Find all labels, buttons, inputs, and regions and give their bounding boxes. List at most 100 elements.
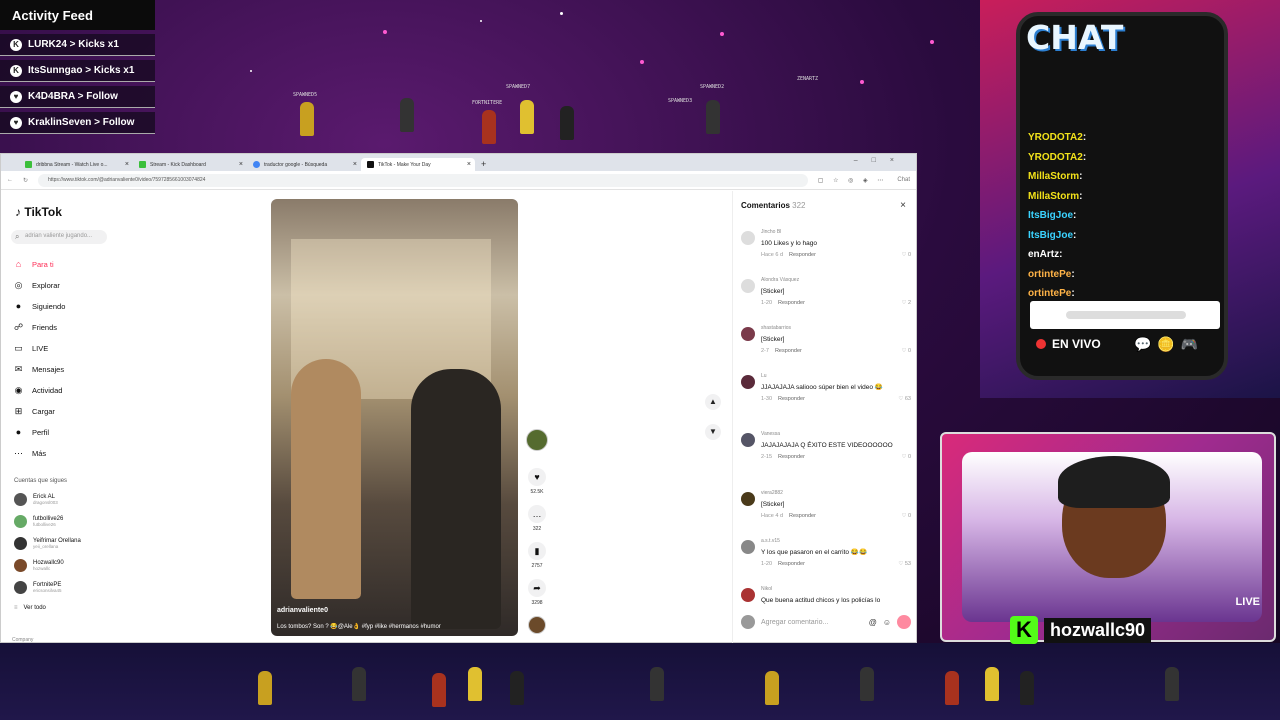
- video-player[interactable]: adrianvaliente0 Los tombos? Son ? 😂@Ale👌…: [271, 199, 518, 636]
- sprite-label: SPAWNED5: [293, 92, 318, 98]
- activity-feed-title: Activity Feed: [0, 0, 155, 30]
- emoji-icon[interactable]: ☺: [883, 618, 891, 627]
- character-sprite: [706, 100, 720, 134]
- comment-like-button[interactable]: ♡ 0: [901, 252, 911, 258]
- character-sprite: [400, 98, 414, 132]
- reload-icon[interactable]: ↻: [23, 177, 28, 184]
- browser-tab-active[interactable]: TikTok - Make Your Day ×: [361, 158, 475, 171]
- nav-item-siguiendo[interactable]: ● Siguiendo: [13, 301, 66, 312]
- reply-link[interactable]: Responder: [789, 252, 816, 258]
- extension-icons[interactable]: ▢ ☆ ◎ ◈ ⋯: [818, 177, 888, 184]
- nav-item-live[interactable]: ▭ LIVE: [13, 343, 48, 354]
- music-disc[interactable]: [526, 616, 548, 634]
- activity-feed-item: K ItsSunngao > Kicks x1: [0, 60, 155, 82]
- chat-title: CHAT: [1026, 18, 1124, 57]
- following-account[interactable]: futbollive26 futbollive26: [14, 515, 63, 528]
- back-icon[interactable]: ←: [7, 177, 13, 183]
- activity-feed: Activity Feed K LURK24 > Kicks x1 K ItsS…: [0, 0, 155, 134]
- chat-line: enArtz:: [1028, 249, 1063, 260]
- previous-video-button[interactable]: ▲: [705, 394, 721, 410]
- window-controls[interactable]: –□×: [854, 157, 908, 164]
- upload-icon: ⊞: [14, 406, 23, 416]
- chat-line: ortintePe:: [1028, 268, 1075, 280]
- reply-link[interactable]: Responder: [778, 454, 805, 460]
- like-button[interactable]: ♥ 52.5K: [526, 468, 548, 495]
- webcam-feed: [962, 452, 1262, 622]
- comment-like-button[interactable]: ♡ 63: [898, 396, 911, 402]
- like-count: 52.5K: [530, 489, 544, 495]
- reply-link[interactable]: Responder: [778, 396, 805, 402]
- nav-item-perfil[interactable]: ● Perfil: [13, 427, 49, 438]
- tiktok-favicon-icon: [367, 161, 374, 168]
- comment-input[interactable]: Agregar comentario...: [761, 619, 863, 626]
- reply-link[interactable]: Responder: [789, 513, 816, 519]
- comment-button[interactable]: … 322: [526, 505, 548, 532]
- profile-icon: ●: [15, 427, 22, 437]
- comments-panel: Comentarios 322 × Jincho Bl 100 Likes y …: [732, 191, 918, 644]
- avatar: [14, 581, 27, 594]
- search-input[interactable]: ⌕ adrian valiente jugando...: [11, 230, 107, 244]
- nav-item-mensajes[interactable]: ✉ Mensajes: [13, 364, 64, 375]
- comment-like-button[interactable]: ♡ 53: [898, 561, 911, 567]
- share-button[interactable]: ➦ 3298: [526, 579, 548, 606]
- nav-item-mas[interactable]: ⋯ Más: [13, 448, 46, 459]
- nav-item-explorar[interactable]: ◎ Explorar: [13, 280, 60, 291]
- browser-tab[interactable]: dribbna Stream - Watch Live o... ×: [19, 158, 133, 171]
- video-author[interactable]: adrianvaliente0: [277, 607, 328, 614]
- close-tab-icon[interactable]: ×: [353, 161, 357, 168]
- tab-label: dribbna Stream - Watch Live o...: [36, 161, 108, 168]
- creator-avatar[interactable]: [526, 429, 548, 451]
- messages-icon: ✉: [14, 364, 23, 374]
- chat-overlay: YRODOTA2: YRODOTA2: MillaStorm: MillaSto…: [980, 0, 1280, 398]
- character-sprite: [510, 671, 524, 705]
- character-sprite: [560, 106, 574, 140]
- video-caption: Los tombos? Son ? 😂@Ale👌 #fyp #like #her…: [277, 624, 441, 630]
- next-video-button[interactable]: ▼: [705, 424, 721, 440]
- kick-favicon-icon: [139, 161, 146, 168]
- chat-button[interactable]: Chat: [897, 177, 910, 183]
- following-account[interactable]: FortnitePE ericsonsilva45: [14, 581, 62, 594]
- avatar: [741, 231, 755, 245]
- following-account[interactable]: Erick AL dragonsl003: [14, 493, 58, 506]
- nav-item-actividad[interactable]: ◉ Actividad: [13, 385, 63, 396]
- close-tab-icon[interactable]: ×: [125, 161, 129, 168]
- following-account[interactable]: Hozwallc90 hozwallc: [14, 559, 64, 572]
- mention-icon[interactable]: @: [869, 618, 877, 627]
- comment-like-button[interactable]: ♡ 0: [901, 348, 911, 354]
- nav-item-friends[interactable]: ☍ Friends: [13, 322, 57, 333]
- nav-item-cargar[interactable]: ⊞ Cargar: [13, 406, 55, 417]
- nav-item-para-ti[interactable]: ⌂ Para ti: [13, 259, 54, 270]
- chat-emoji-icons: 💬🪙🎮: [1134, 336, 1205, 352]
- reply-link[interactable]: Responder: [778, 561, 805, 567]
- activity-feed-text: ItsSunngao > Kicks x1: [28, 65, 135, 76]
- comment-item: Lu JJAJAJAJA saliooo súper bien el video…: [741, 373, 911, 402]
- comment-like-button[interactable]: ♡ 2: [901, 300, 911, 306]
- avatar: [14, 515, 27, 528]
- search-icon: ⌕: [15, 232, 20, 241]
- close-tab-icon[interactable]: ×: [467, 161, 471, 168]
- streamer-username: hozwallc90: [1044, 617, 1152, 643]
- url-input[interactable]: https://www.tiktok.com/@adrianvaliente0/…: [38, 173, 808, 187]
- tiktok-logo[interactable]: ♪ TikTok: [15, 205, 62, 219]
- browser-tab[interactable]: traductor google - Búsqueda ×: [247, 158, 361, 171]
- new-tab-button[interactable]: +: [481, 159, 486, 169]
- video-person: [291, 359, 361, 599]
- bottom-sprite-strip: [0, 643, 1280, 720]
- following-account[interactable]: Yeifrimar Orellana yeii_orellana: [14, 537, 81, 550]
- close-icon[interactable]: ×: [900, 200, 906, 211]
- chat-messages: YRODOTA2: YRODOTA2: MillaStorm: MillaSto…: [1028, 132, 1218, 308]
- character-sprite: [945, 671, 959, 705]
- heart-icon: ♥: [528, 468, 546, 486]
- reply-link[interactable]: Responder: [778, 300, 805, 306]
- save-button[interactable]: ▮ 2757: [526, 542, 548, 569]
- browser-tab[interactable]: Stream - Kick Dashboard ×: [133, 158, 247, 171]
- reply-link[interactable]: Responder: [775, 348, 802, 354]
- send-button[interactable]: [897, 615, 911, 629]
- close-tab-icon[interactable]: ×: [239, 161, 243, 168]
- see-all-link[interactable]: ≡ Ver todo: [14, 605, 46, 611]
- search-placeholder: adrian valiente jugando...: [25, 233, 93, 239]
- live-dot-icon: [1036, 339, 1046, 349]
- avatar: [14, 493, 27, 506]
- comment-like-button[interactable]: ♡ 0: [901, 513, 911, 519]
- comment-like-button[interactable]: ♡ 0: [901, 454, 911, 460]
